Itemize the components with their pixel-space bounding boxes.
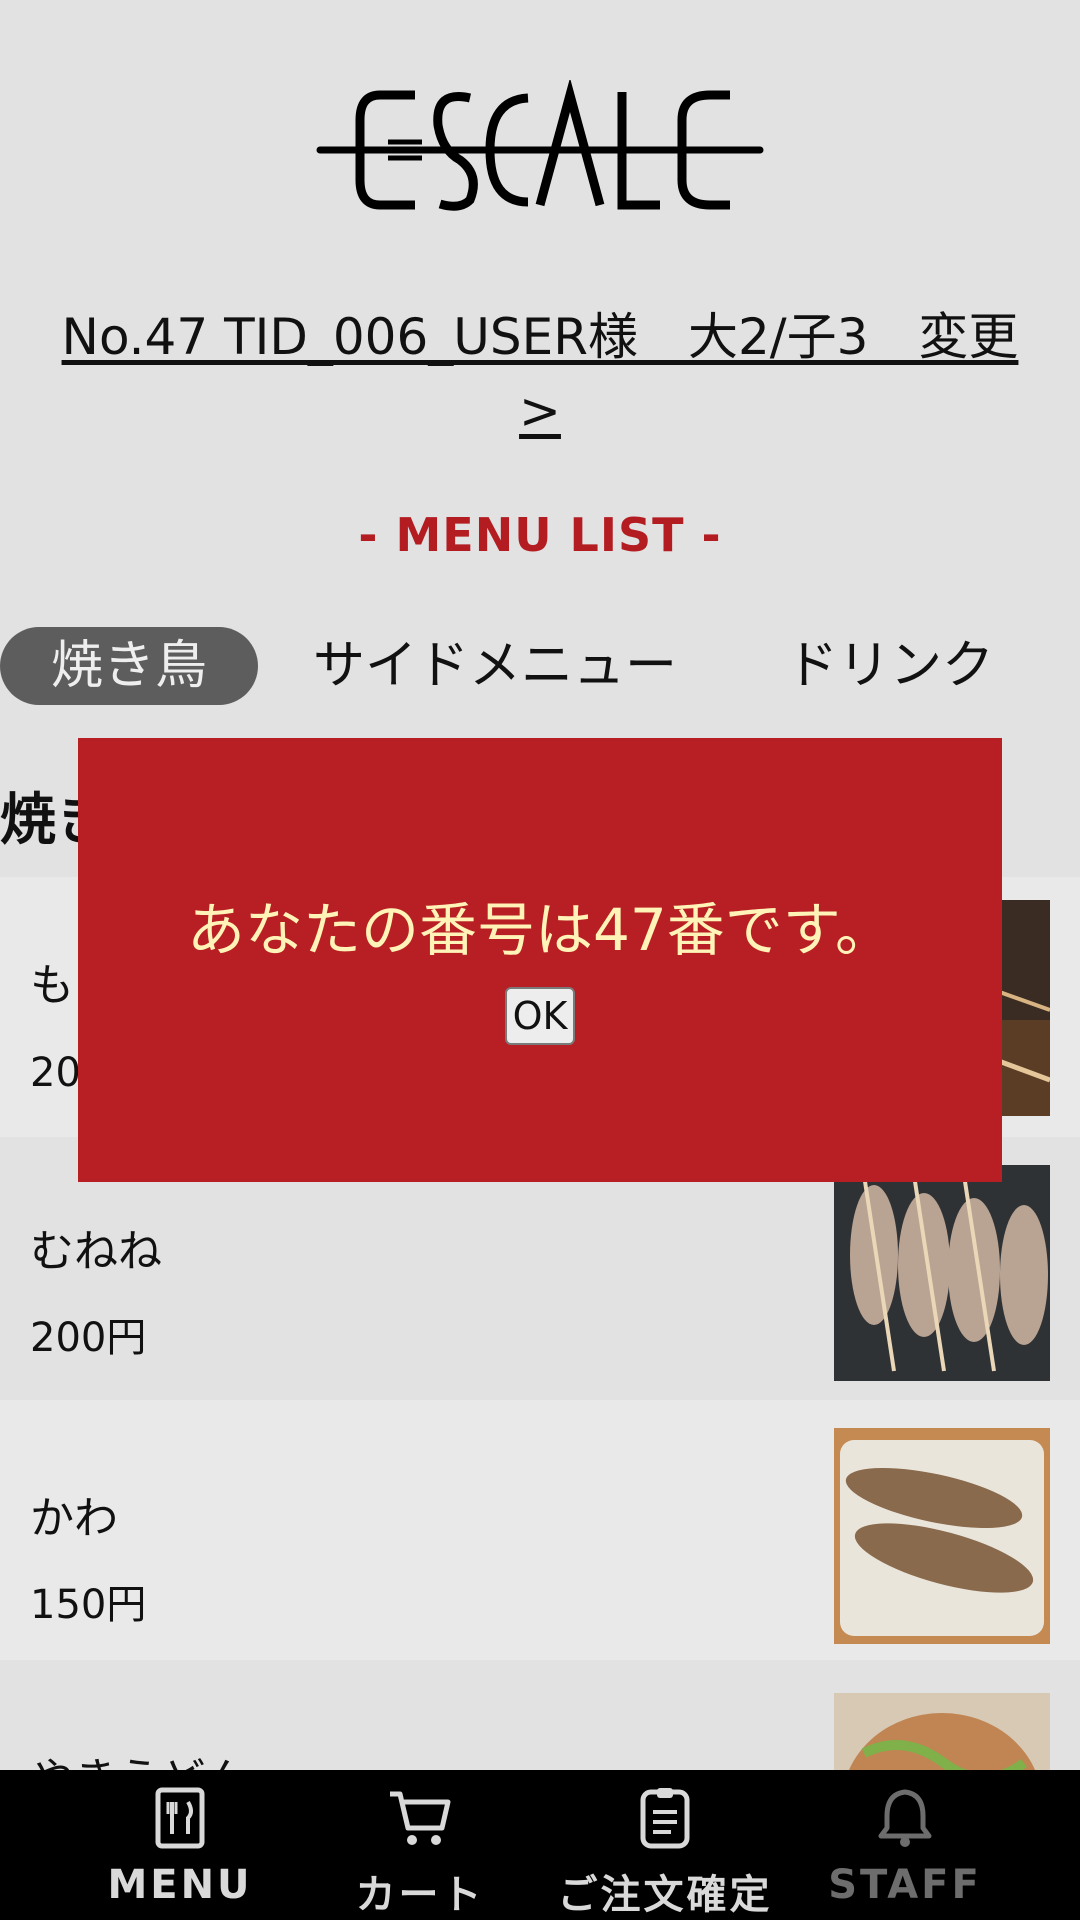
menu-icon (155, 1787, 205, 1849)
nav-label: MENU (107, 1862, 253, 1908)
nav-cart[interactable]: カート (320, 1770, 520, 1920)
skewer-photo-icon (834, 1165, 1050, 1381)
bell-icon (878, 1789, 932, 1847)
item-name: むねね (30, 1226, 162, 1277)
item-price: 200円 (30, 1315, 147, 1361)
table-user-change-link[interactable]: No.47 TID_006_USER様 大2/子3 変更 > (40, 300, 1040, 448)
nav-label: カート (355, 1872, 485, 1918)
nav-menu[interactable]: MENU (80, 1770, 280, 1920)
escale-logo (0, 80, 1080, 220)
nav-label: ご注文確定 (557, 1872, 773, 1918)
tab-drink[interactable]: ドリンク (770, 627, 1010, 705)
cart-icon (390, 1791, 451, 1845)
nav-label: STAFF (828, 1862, 982, 1908)
app-screen: No.47 TID_006_USER様 大2/子3 変更 > - MENU LI… (0, 0, 1080, 1920)
item-price: 150円 (30, 1582, 147, 1628)
item-name: かわ (30, 1493, 118, 1544)
nav-staff[interactable]: STAFF (805, 1770, 1005, 1920)
dialog-message: あなたの番号は47番です。 (186, 896, 893, 964)
skewer-photo-icon (834, 1428, 1050, 1644)
nav-order-confirm[interactable]: ご注文確定 (530, 1770, 800, 1920)
category-tabs: 焼き鳥 サイドメニュー ドリンク (0, 627, 1080, 705)
order-document-icon (640, 1788, 690, 1849)
menu-item[interactable]: かわ 150円 (0, 1400, 1080, 1660)
tab-side-menu[interactable]: サイドメニュー (290, 627, 700, 705)
number-dialog: あなたの番号は47番です。 OK (78, 738, 1002, 1182)
menu-list-heading: - MENU LIST - (358, 508, 722, 562)
tab-yakitori[interactable]: 焼き鳥 (0, 627, 258, 705)
ok-button[interactable]: OK (505, 987, 575, 1045)
bottom-nav: MENU カート ご注文確定 STAFF (0, 1770, 1080, 1920)
